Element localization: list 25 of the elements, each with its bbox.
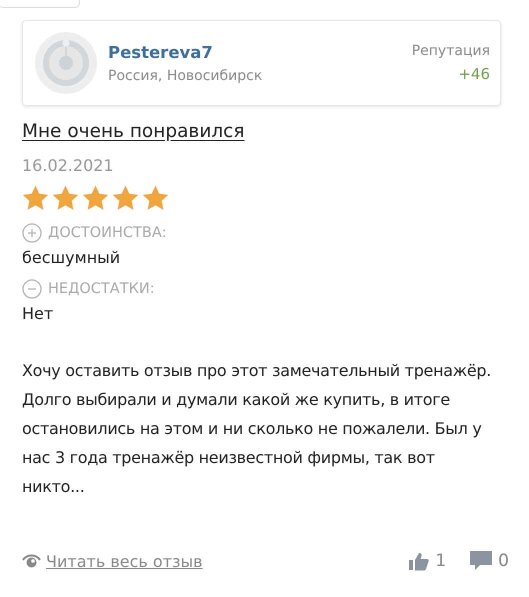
star-icon <box>142 185 169 211</box>
cons-label: НЕДОСТАТКИ: <box>48 281 155 297</box>
reputation-label: Репутация <box>412 43 490 59</box>
thumbs-up-icon[interactable] <box>409 552 430 570</box>
comment-icon[interactable] <box>470 551 492 571</box>
plus-icon <box>22 223 42 243</box>
eye-icon <box>22 553 41 569</box>
minus-icon <box>22 279 42 299</box>
review-title[interactable]: Мне очень понравился <box>22 121 244 142</box>
star-icon <box>112 185 139 211</box>
avatar-icon <box>35 32 97 94</box>
star-icon <box>52 185 79 211</box>
user-name[interactable]: Pestereva7 <box>108 42 412 62</box>
like-count: 1 <box>435 551 446 571</box>
star-icon <box>22 185 49 211</box>
review-date: 16.02.2021 <box>22 156 114 175</box>
comment-count: 0 <box>498 551 509 571</box>
read-full-review-link[interactable]: Читать весь отзыв <box>46 552 203 570</box>
user-location: Россия, Новосибирск <box>108 68 264 84</box>
review-text: Хочу оставить отзыв про этот замечательный тренажёр. Долго выбирали и думали какой же купить, в итоге остановились на этом и ни сколько не пожалели. Был у нас 3 года тренажёр неизвестной фирмы, так вот никто... <box>22 360 492 498</box>
cons-text: Нет <box>22 304 54 323</box>
pros-label: ДОСТОИНСТВА: <box>48 225 167 241</box>
star-icon <box>82 185 109 211</box>
reputation-value: +46 <box>458 65 490 83</box>
pros-text: бесшумный <box>22 248 120 267</box>
